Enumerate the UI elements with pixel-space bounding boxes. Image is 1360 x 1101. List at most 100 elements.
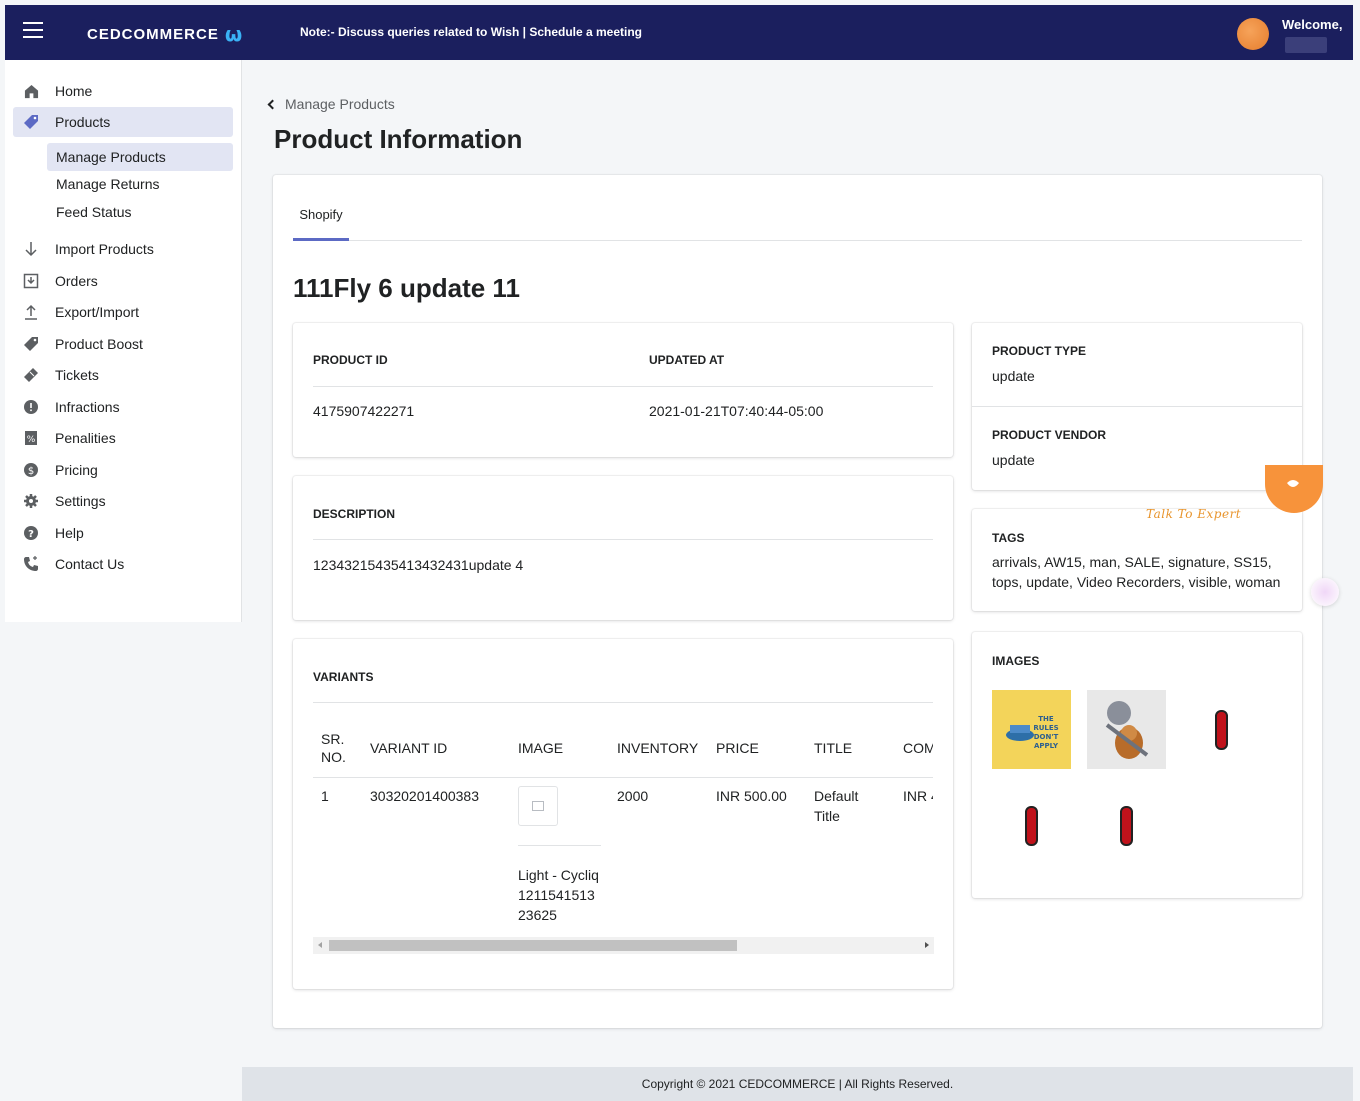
scroll-left-icon[interactable] <box>318 942 322 948</box>
talk-to-expert-label[interactable]: Talk To Expert <box>1146 507 1241 521</box>
upload-icon <box>23 304 39 320</box>
logo[interactable]: CEDCOMMERCE ω <box>87 24 243 44</box>
page-title: Product Information <box>274 124 523 154</box>
receipt-icon: % <box>23 430 39 446</box>
sidebar-item-label: Products <box>55 114 111 130</box>
home-icon <box>23 83 39 99</box>
copyright-text: Copyright © 2021 CEDCOMMERCE | All Right… <box>641 1077 954 1091</box>
cell-compare-price: INR 4 <box>903 788 933 804</box>
scroll-thumb[interactable] <box>329 940 737 951</box>
tab-bar: Shopify <box>293 175 1302 241</box>
sidebar-item-contact-us[interactable]: Contact Us <box>13 549 233 579</box>
divider <box>972 406 1302 407</box>
sidebar-item-product-boost[interactable]: Product Boost <box>13 329 233 359</box>
description-value: 12343215435413432431update 4 <box>313 557 524 573</box>
svg-text:DON'T: DON'T <box>1033 733 1058 741</box>
col-header-title: TITLE <box>814 740 853 756</box>
product-device-image <box>1025 805 1038 846</box>
wish-logo-icon: ω <box>224 22 244 46</box>
sidebar-subitem-manage-products[interactable]: Manage Products <box>47 143 233 171</box>
sidebar-item-label: Tickets <box>55 367 99 383</box>
sidebar-item-tickets[interactable]: Tickets <box>13 360 233 390</box>
product-image-2[interactable] <box>1087 690 1166 769</box>
product-vendor-value: update <box>992 452 1035 468</box>
col-header-inventory: INVENTORY <box>617 740 699 756</box>
tag-icon <box>23 114 39 130</box>
dollar-icon: $ <box>23 462 39 478</box>
horizontal-scrollbar[interactable] <box>313 937 934 954</box>
tab-shopify[interactable]: Shopify <box>293 207 349 241</box>
images-card: IMAGES THE RULES DON'T APPLY <box>972 632 1302 898</box>
description-label: DESCRIPTION <box>313 507 396 521</box>
inbox-download-icon <box>23 273 39 289</box>
tags-card: TAGS arrivals, AW15, man, SALE, signatur… <box>972 509 1302 611</box>
svg-text:%: % <box>27 435 36 445</box>
sidebar-item-export-import[interactable]: Export/Import <box>13 297 233 327</box>
avatar[interactable] <box>1237 18 1269 50</box>
sidebar-subitem-feed-status[interactable]: Feed Status <box>47 198 233 226</box>
product-image-3[interactable] <box>1182 690 1261 769</box>
alert-icon <box>23 399 39 415</box>
hamburger-menu-icon[interactable] <box>23 22 43 40</box>
cell-price: INR 500.00 <box>716 788 787 804</box>
product-image-1[interactable]: THE RULES DON'T APPLY <box>992 690 1071 769</box>
product-card: Shopify 111Fly 6 update 11 PRODUCT ID UP… <box>273 175 1322 1028</box>
product-name: 111Fly 6 update 11 <box>293 273 520 303</box>
schedule-meeting-link[interactable]: Schedule a meeting <box>529 25 642 39</box>
col-header-image: IMAGE <box>518 740 564 756</box>
svg-text:RULES: RULES <box>1033 724 1058 732</box>
question-icon: ? <box>23 525 39 541</box>
product-vendor-label: PRODUCT VENDOR <box>992 428 1107 442</box>
tags-line-2: tops, update, Video Recorders, visible, … <box>992 574 1281 590</box>
breadcrumb[interactable]: Manage Products <box>266 96 395 112</box>
tag-icon <box>23 336 39 352</box>
variants-card: VARIANTS SR. NO. VARIANT ID IMAGE INVENT… <box>293 639 953 989</box>
sidebar-item-label: Import Products <box>55 241 154 257</box>
sidebar-item-settings[interactable]: Settings <box>13 486 233 516</box>
col-header-variant-id: VARIANT ID <box>370 740 448 756</box>
product-image-5[interactable] <box>1087 786 1166 865</box>
product-id-card: PRODUCT ID UPDATED AT 4175907422271 2021… <box>293 323 953 457</box>
username-redacted <box>1285 37 1327 53</box>
sidebar-item-help[interactable]: ? Help <box>13 518 233 548</box>
sidebar-item-penalities[interactable]: % Penalities <box>13 423 233 453</box>
phone-icon <box>23 556 39 572</box>
sidebar-item-label: Contact Us <box>55 556 125 572</box>
variant-image-placeholder-icon <box>518 786 558 826</box>
sidebar-item-orders[interactable]: Orders <box>13 266 233 296</box>
scroll-right-icon[interactable] <box>925 942 929 948</box>
table-header-divider <box>313 777 933 778</box>
svg-text:?: ? <box>28 529 34 540</box>
sidebar-item-import-products[interactable]: Import Products <box>13 234 233 264</box>
updated-at-label: UPDATED AT <box>649 353 725 367</box>
footer: Copyright © 2021 CEDCOMMERCE | All Right… <box>242 1067 1353 1101</box>
sidebar-item-infractions[interactable]: Infractions <box>13 392 233 422</box>
product-device-image <box>1215 709 1228 750</box>
sidebar-item-pricing[interactable]: $ Pricing <box>13 455 233 485</box>
divider <box>313 386 933 387</box>
divider <box>313 702 933 703</box>
sidebar-item-label: Infractions <box>55 399 120 415</box>
sidebar-item-label: Settings <box>55 493 106 509</box>
product-device-image <box>1120 805 1133 846</box>
product-image-4[interactable] <box>992 786 1071 865</box>
sidebar-item-label: Home <box>55 83 93 99</box>
svg-text:$: $ <box>28 466 34 477</box>
sidebar-item-home[interactable]: Home <box>13 76 233 106</box>
sidebar-item-label: Product Boost <box>55 336 143 352</box>
welcome-text[interactable]: Welcome, <box>1282 17 1342 32</box>
images-label: IMAGES <box>992 654 1040 668</box>
type-vendor-card: PRODUCT TYPE update PRODUCT VENDOR updat… <box>972 323 1302 490</box>
chevron-left-icon <box>267 99 278 109</box>
sidebar-item-label: Pricing <box>55 462 98 478</box>
product-id-value: 4175907422271 <box>313 403 415 419</box>
sidebar-item-products[interactable]: Products <box>13 107 233 137</box>
ticket-icon <box>23 367 39 383</box>
tags-label: TAGS <box>992 531 1025 545</box>
sidebar-subitem-manage-returns[interactable]: Manage Returns <box>47 170 233 198</box>
chat-widget-icon[interactable] <box>1311 578 1339 606</box>
cell-variant-id: 30320201400383 <box>370 788 480 804</box>
cell-image-caption-2: 1211541513 <box>518 887 595 903</box>
sidebar-item-label: Penalities <box>55 430 116 446</box>
svg-text:APPLY: APPLY <box>1033 742 1058 750</box>
